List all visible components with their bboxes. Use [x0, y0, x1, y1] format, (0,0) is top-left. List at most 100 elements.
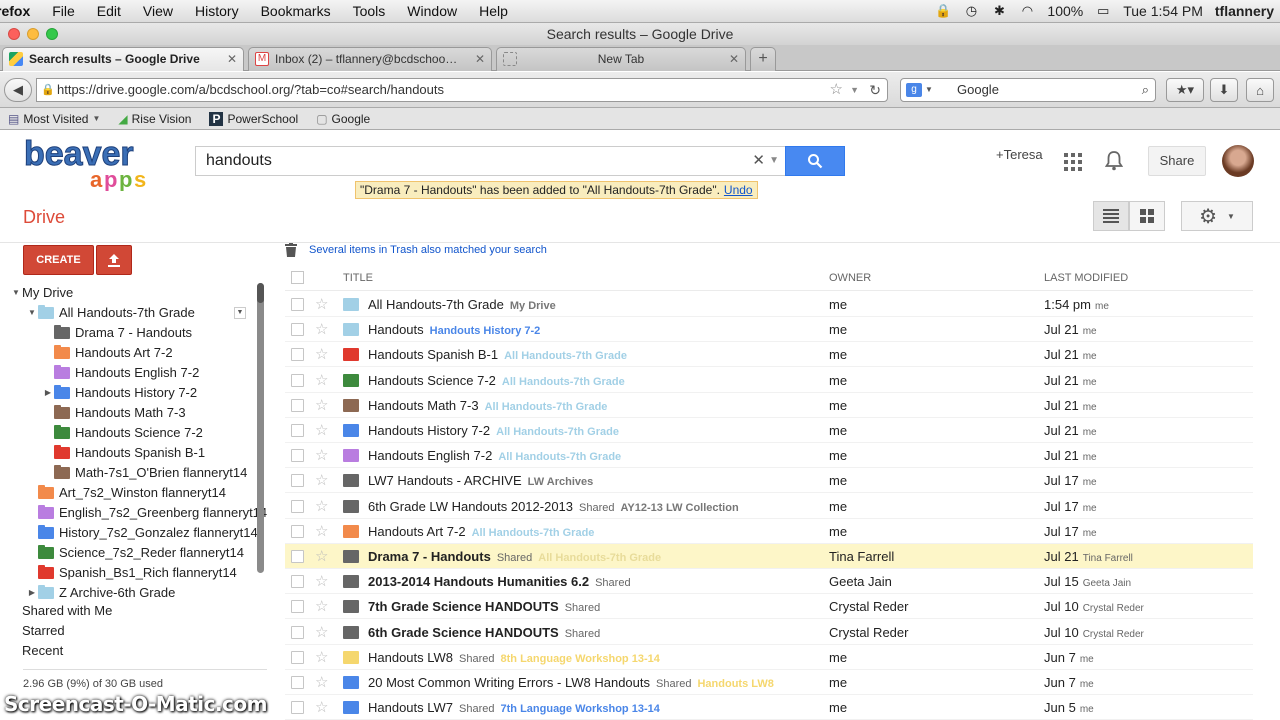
star-icon[interactable]: ☆	[315, 446, 328, 464]
file-title[interactable]: Handouts LW7 Shared 7th Language Workshop …	[368, 700, 660, 715]
table-row[interactable]: ☆ 6th Grade Science HANDOUTS Shared Crystal…	[285, 620, 1253, 645]
avatar[interactable]	[1222, 145, 1254, 177]
row-checkbox[interactable]	[291, 298, 304, 311]
create-button[interactable]: CREATE	[23, 245, 94, 275]
row-checkbox[interactable]	[291, 625, 304, 639]
engine-dropdown-icon[interactable]: ▼	[925, 79, 933, 101]
search-options-icon[interactable]: ▼	[769, 147, 779, 175]
tree-item[interactable]: Science_7s2_Reder flanneryt14	[26, 543, 244, 563]
table-row[interactable]: ☆ Handouts LW8 Shared 8th Language Workshop…	[285, 645, 1253, 670]
minimize-window-button[interactable]	[27, 28, 39, 40]
beaver-apps-logo[interactable]: beaver a p p s	[22, 133, 162, 192]
file-title[interactable]: Handouts Handouts History 7-2	[368, 322, 540, 337]
parent-folder-label[interactable]: All Handouts-7th Grade	[538, 552, 661, 564]
table-row[interactable]: ☆ Handouts Art 7-2 All Handouts-7th Grade m…	[285, 519, 1253, 544]
star-icon[interactable]: ☆	[315, 421, 328, 439]
tree-item[interactable]: Handouts Spanish B-1	[42, 443, 205, 463]
row-checkbox[interactable]	[291, 701, 304, 715]
row-checkbox[interactable]	[291, 474, 304, 488]
list-view-button[interactable]	[1093, 201, 1129, 231]
menu-view[interactable]: View	[132, 3, 184, 19]
file-title[interactable]: Handouts Science 7-2 All Handouts-7th Gra…	[368, 373, 625, 388]
back-button[interactable]: ◀	[4, 78, 32, 102]
page-title[interactable]: Drive	[23, 207, 65, 228]
grid-view-button[interactable]	[1129, 201, 1165, 231]
table-row[interactable]: ☆ 7th Grade Science HANDOUTS Shared Crystal…	[285, 594, 1253, 620]
parent-folder-label[interactable]: All Handouts-7th Grade	[496, 426, 619, 438]
parent-folder-label[interactable]: All Handouts-7th Grade	[502, 376, 625, 388]
table-row[interactable]: ☆ 2013-2014 Handouts Humanities 6.2 Shared…	[285, 569, 1253, 595]
parent-folder-label[interactable]: 8th Language Workshop 13-14	[501, 653, 660, 665]
share-button[interactable]: Share	[1148, 146, 1206, 176]
star-icon[interactable]: ☆	[315, 522, 328, 540]
column-last-modified[interactable]: LAST MODIFIED	[1044, 272, 1128, 284]
column-title[interactable]: TITLE	[343, 272, 373, 284]
row-checkbox[interactable]	[291, 499, 304, 513]
search-button[interactable]	[785, 146, 845, 176]
apps-grid-icon[interactable]	[1064, 153, 1082, 171]
star-icon[interactable]: ☆	[315, 623, 328, 641]
expand-arrow-icon[interactable]: ▶	[42, 383, 54, 403]
star-icon[interactable]: ☆	[315, 673, 328, 691]
file-title[interactable]: 6th Grade Science HANDOUTS Shared	[368, 625, 600, 640]
select-all-checkbox[interactable]	[291, 271, 304, 284]
close-tab-icon[interactable]: ✕	[475, 48, 485, 70]
tree-item[interactable]: ▶ Z Archive-6th Grade	[26, 583, 175, 603]
star-icon[interactable]: ☆	[315, 471, 328, 489]
bookmark-most-visited[interactable]: ▤ Most Visited ▼	[8, 112, 100, 126]
row-checkbox[interactable]	[291, 373, 304, 387]
close-tab-icon[interactable]: ✕	[227, 48, 237, 70]
parent-folder-label[interactable]: My Drive	[510, 300, 556, 312]
tab-drive-search[interactable]: Search results – Google Drive ✕	[2, 47, 244, 71]
history-dropdown-icon[interactable]: ▼	[850, 79, 859, 101]
menu-edit[interactable]: Edit	[86, 3, 132, 19]
parent-folder-label[interactable]: All Handouts-7th Grade	[504, 350, 627, 362]
bookmark-powerschool[interactable]: P PowerSchool	[209, 111, 298, 126]
notification-bell-icon[interactable]	[1105, 151, 1123, 171]
star-icon[interactable]: ☆	[315, 320, 328, 338]
tree-item[interactable]: Spanish_Bs1_Rich flanneryt14	[26, 563, 237, 583]
column-owner[interactable]: OWNER	[829, 272, 871, 284]
star-icon[interactable]: ☆	[315, 371, 328, 389]
menu-history[interactable]: History	[184, 3, 250, 19]
file-title[interactable]: Handouts Art 7-2 All Handouts-7th Grade	[368, 524, 594, 539]
drive-search-input[interactable]: handouts ✕ ▼	[195, 146, 785, 176]
close-window-button[interactable]	[8, 28, 20, 40]
row-checkbox[interactable]	[291, 323, 304, 337]
table-row[interactable]: ☆ Handouts Science 7-2 All Handouts-7th Gr…	[285, 368, 1253, 393]
file-title[interactable]: Handouts History 7-2 All Handouts-7th Gra…	[368, 423, 619, 438]
app-menu[interactable]: refox	[0, 3, 41, 19]
row-checkbox[interactable]	[291, 524, 304, 538]
user-name[interactable]: tflannery	[1215, 3, 1274, 19]
tree-item[interactable]: Handouts Science 7-2	[42, 423, 203, 443]
star-icon[interactable]: ☆	[315, 547, 328, 565]
table-row[interactable]: ☆ LW7 Handouts - ARCHIVE LW Archives me Jul …	[285, 468, 1253, 494]
menu-file[interactable]: File	[41, 3, 86, 19]
table-row[interactable]: ☆ Handouts History 7-2 All Handouts-7th Gr…	[285, 418, 1253, 443]
nav-recent[interactable]: Recent	[22, 643, 63, 658]
file-title[interactable]: Handouts English 7-2 All Handouts-7th Gra…	[368, 448, 621, 463]
parent-folder-label[interactable]: All Handouts-7th Grade	[498, 451, 621, 463]
tree-item[interactable]: ▼ My Drive	[10, 283, 73, 303]
tree-item[interactable]: Drama 7 - Handouts	[42, 323, 192, 343]
upload-button[interactable]	[96, 245, 132, 275]
lock-icon[interactable]: 🔒	[935, 3, 951, 18]
file-title[interactable]: Handouts Math 7-3 All Handouts-7th Grade	[368, 398, 607, 413]
tree-item[interactable]: ▼ All Handouts-7th Grade ▼	[26, 303, 246, 323]
folder-menu-icon[interactable]: ▼	[234, 307, 246, 319]
menu-bookmarks[interactable]: Bookmarks	[250, 3, 342, 19]
row-checkbox[interactable]	[291, 424, 304, 437]
parent-folder-label[interactable]: Handouts LW8	[697, 678, 773, 690]
tree-item[interactable]: ▶ Handouts History 7-2	[42, 383, 197, 403]
bookmark-star-icon[interactable]: ☆	[830, 79, 843, 101]
tree-item[interactable]: Handouts Math 7-3	[42, 403, 186, 423]
zoom-window-button[interactable]	[46, 28, 58, 40]
menu-tools[interactable]: Tools	[342, 3, 397, 19]
search-engine-box[interactable]: g ▼ Google ⌕	[900, 78, 1156, 102]
reload-icon[interactable]: ↻	[869, 79, 881, 101]
row-checkbox[interactable]	[291, 398, 304, 412]
downloads-button[interactable]: ⬇	[1210, 78, 1238, 102]
row-checkbox[interactable]	[291, 449, 304, 463]
row-checkbox[interactable]	[291, 575, 304, 589]
tree-item[interactable]: English_7s2_Greenberg flanneryt14	[26, 503, 267, 523]
